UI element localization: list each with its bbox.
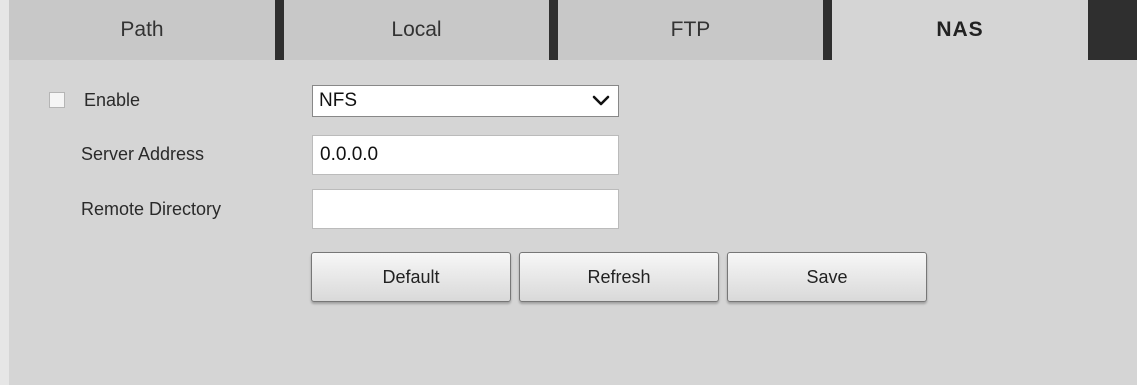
tab-local[interactable]: Local	[284, 0, 549, 60]
nas-settings-panel: Path Local FTP NAS Enable NFS Server Add…	[9, 0, 1137, 385]
tab-local-label: Local	[391, 18, 442, 41]
default-button-label: Default	[382, 266, 440, 287]
server-address-input[interactable]: 0.0.0.0	[312, 135, 619, 175]
tab-separator	[549, 0, 558, 60]
tab-ftp-label: FTP	[670, 18, 711, 41]
tab-ftp[interactable]: FTP	[558, 0, 823, 60]
server-address-label: Server Address	[81, 144, 205, 164]
tab-bar-end	[1088, 0, 1137, 60]
save-button-label: Save	[806, 266, 848, 287]
enable-label: Enable	[84, 90, 141, 110]
remote-directory-label: Remote Directory	[81, 199, 222, 219]
remote-directory-input[interactable]	[312, 189, 619, 229]
tab-nas-label: NAS	[936, 18, 984, 41]
tab-path[interactable]: Path	[9, 0, 275, 60]
refresh-button-label: Refresh	[587, 266, 651, 287]
default-button[interactable]: Default	[311, 252, 511, 302]
tab-path-label: Path	[120, 18, 164, 41]
chevron-down-icon	[592, 95, 610, 106]
tab-separator	[823, 0, 832, 60]
enable-checkbox[interactable]	[49, 92, 65, 108]
tab-bar: Path Local FTP NAS	[9, 0, 1137, 60]
protocol-selected-value: NFS	[319, 90, 357, 111]
protocol-select[interactable]: NFS	[312, 85, 619, 117]
tab-nas[interactable]: NAS	[832, 0, 1088, 60]
refresh-button[interactable]: Refresh	[519, 252, 719, 302]
save-button[interactable]: Save	[727, 252, 927, 302]
tab-separator	[275, 0, 284, 60]
